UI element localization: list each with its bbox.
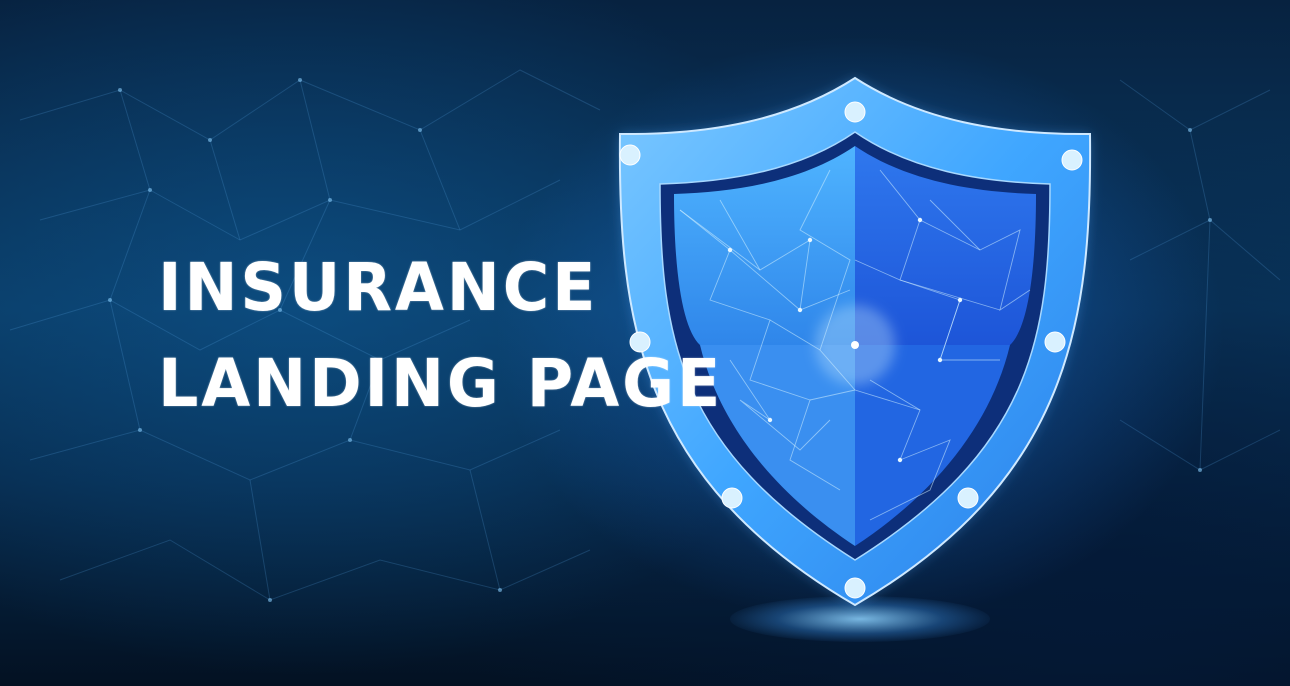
title-line-2: LANDING PAGE — [158, 345, 724, 422]
hero-banner: INSURANCE LANDING PAGE — [0, 0, 1290, 686]
title-line-1: INSURANCE — [158, 249, 599, 326]
page-title: INSURANCE LANDING PAGE — [158, 240, 723, 432]
